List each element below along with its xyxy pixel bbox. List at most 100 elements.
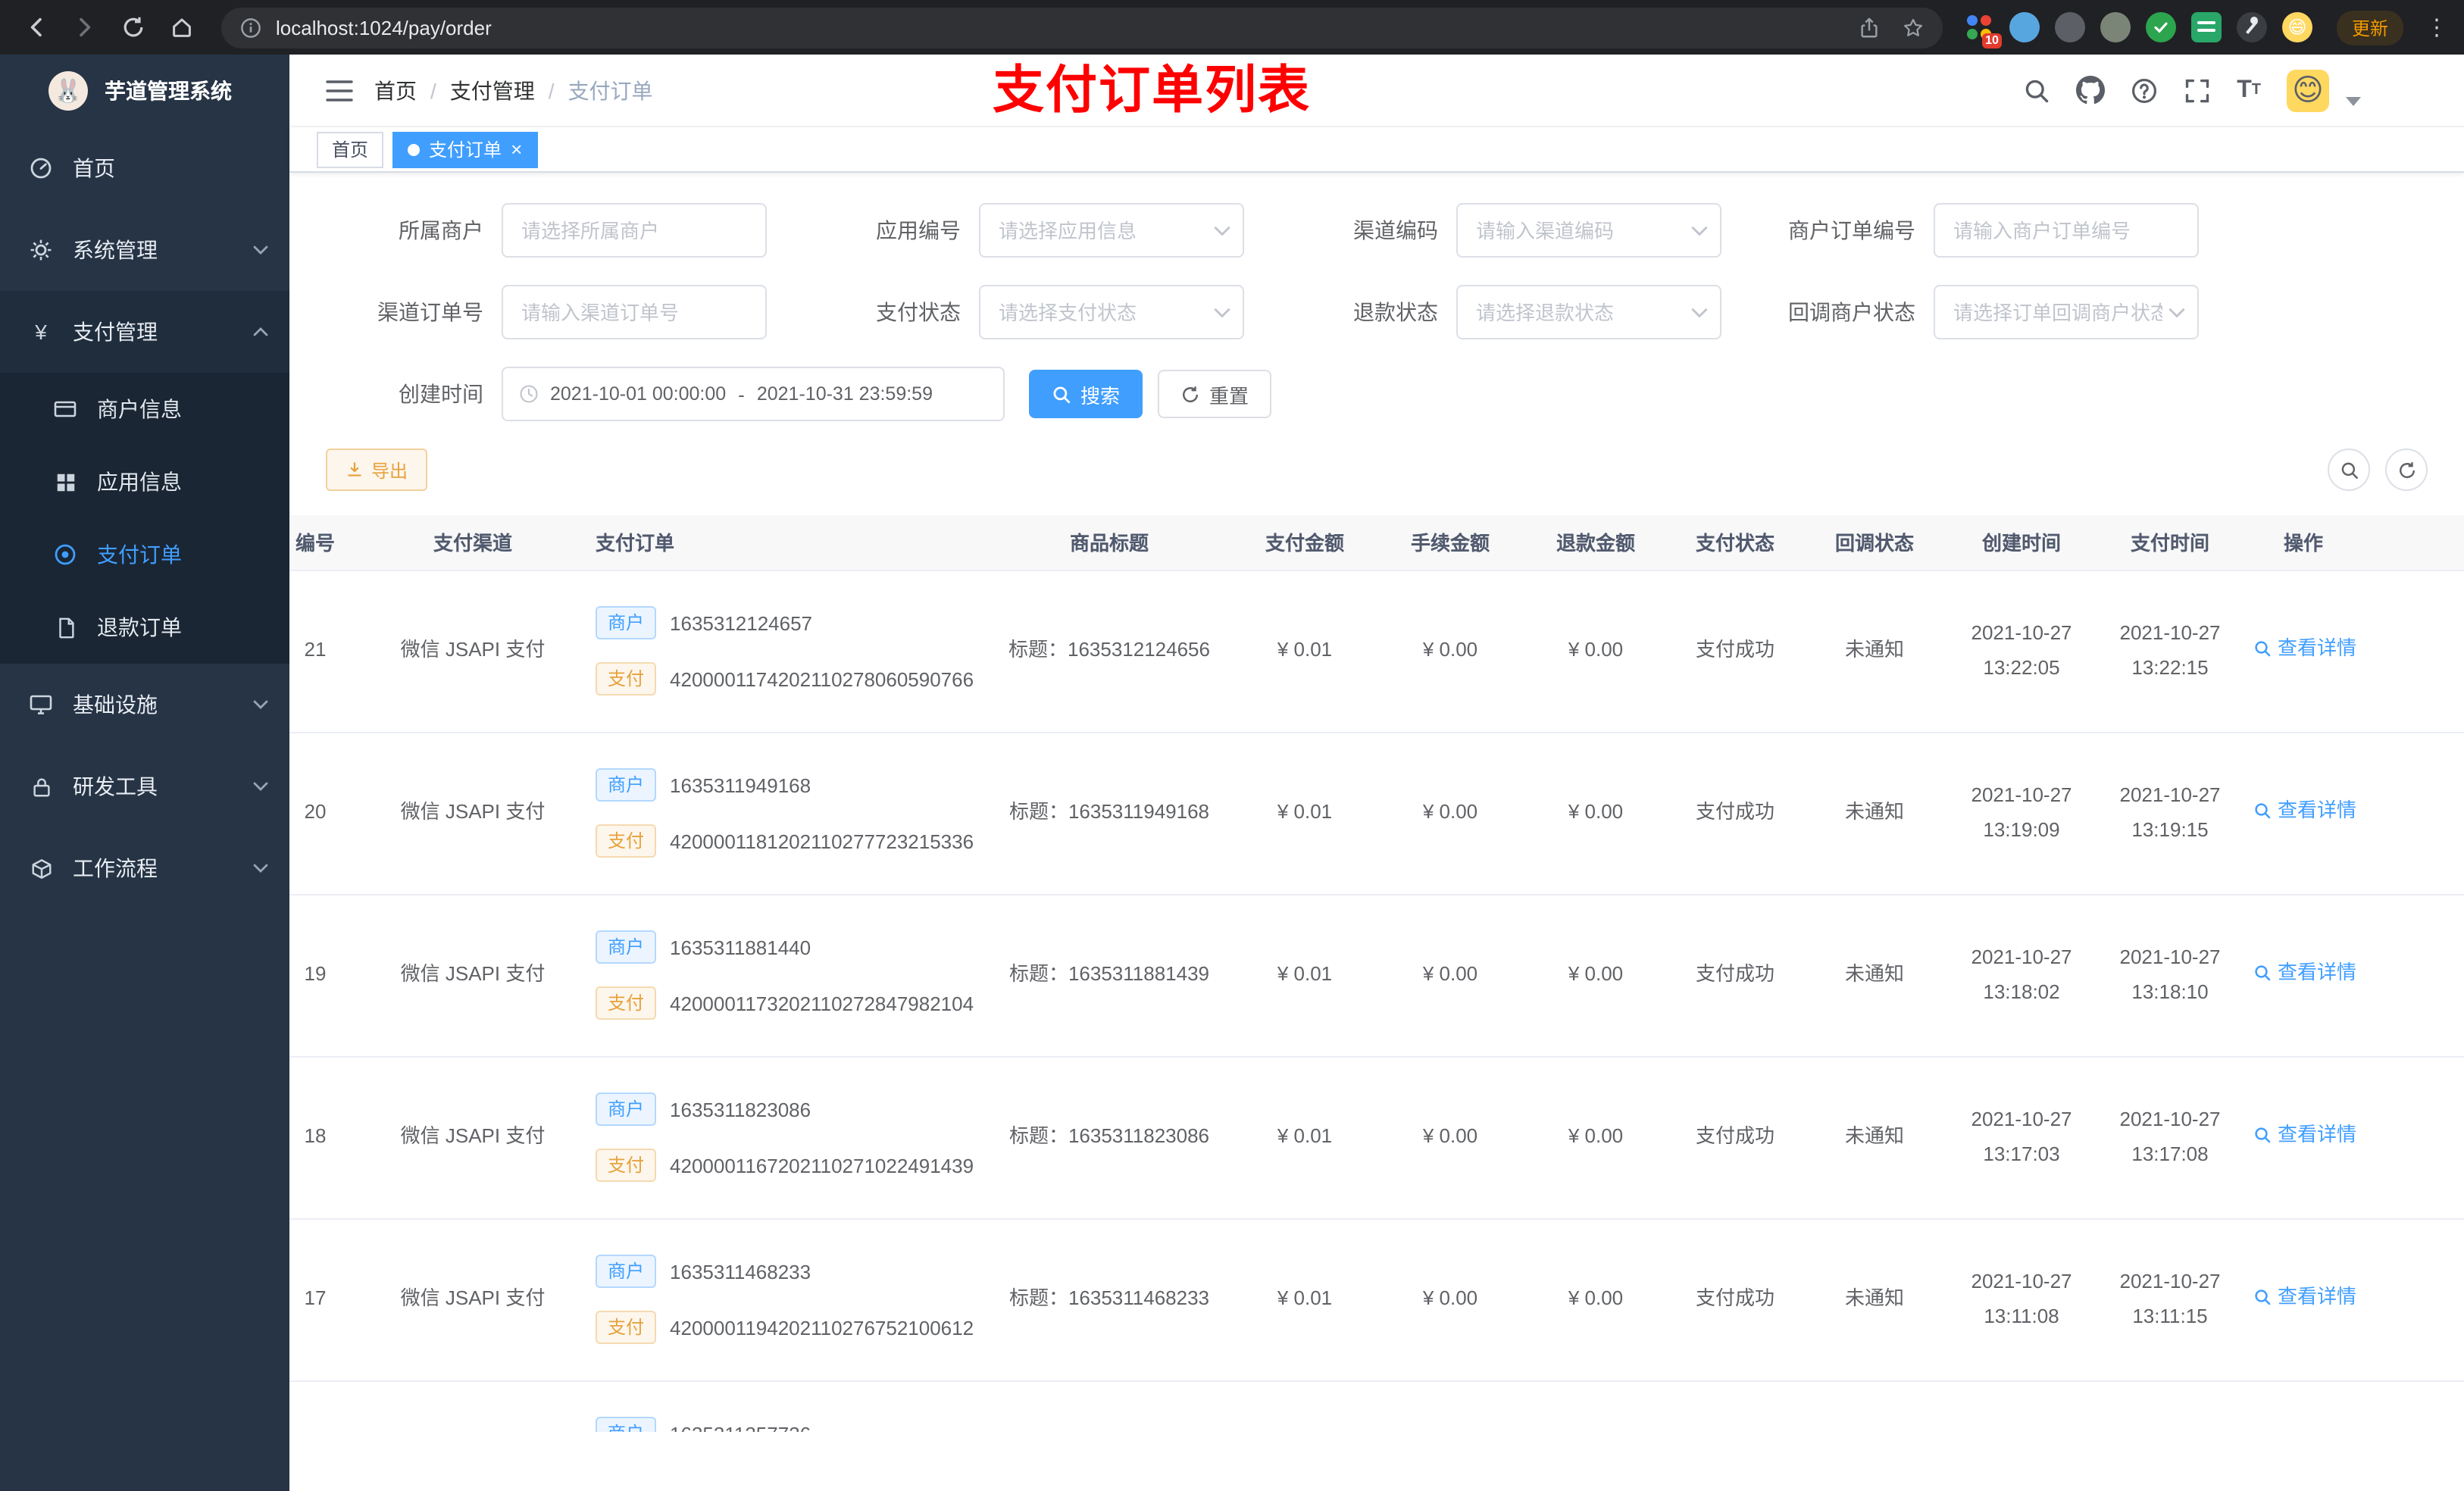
col-fee[interactable]: 手续金额 — [1377, 515, 1523, 570]
sidebar-item-workflow[interactable]: 工作流程 — [0, 827, 289, 909]
filter-row-1: 所属商户 应用编号 渠道编码 — [289, 203, 2464, 258]
fee-amount: ¥ 0.00 — [1422, 800, 1478, 824]
view-detail-link[interactable]: 查看详情 — [2253, 633, 2356, 666]
pay-status: 支付成功 — [1695, 800, 1775, 824]
browser-home-icon[interactable] — [161, 6, 203, 48]
date-start-value[interactable]: 2021-10-01 00:00:00 — [550, 383, 726, 405]
workflow-box-icon — [27, 857, 55, 880]
refresh-table-button[interactable] — [2385, 449, 2428, 491]
channel-order-no-field[interactable] — [502, 285, 767, 339]
extension-proxy-icon[interactable]: 10 — [1964, 12, 2002, 48]
pay-status-select[interactable] — [979, 285, 1244, 339]
extension-icon-green-check[interactable] — [2145, 12, 2176, 42]
owner-merchant-input[interactable] — [521, 219, 753, 242]
sidebar-item-refund-order[interactable]: 退款订单 — [0, 591, 289, 664]
bookmark-star-icon[interactable] — [1902, 16, 1925, 39]
channel-transaction-number: 4200001181202110277723215336 — [670, 830, 974, 852]
channel-code-select[interactable] — [1456, 203, 1721, 258]
pay-amount: ¥ 0.01 — [1277, 800, 1333, 824]
app-no-input[interactable] — [999, 219, 1208, 242]
notify-status-select[interactable] — [1934, 285, 2199, 339]
sidebar-item-pay-order[interactable]: 支付订单 — [0, 518, 289, 591]
sidebar-item-home[interactable]: 首页 — [0, 127, 289, 209]
site-info-icon[interactable] — [239, 16, 262, 39]
pay-order-line: 支付 4200001181202110277723215336 — [596, 824, 983, 858]
product-title: 标题：1635311881439 — [1008, 962, 1210, 986]
col-status[interactable]: 支付状态 — [1668, 515, 1802, 570]
merchant-order-no-field[interactable] — [1934, 203, 2199, 258]
col-notify[interactable]: 回调状态 — [1802, 515, 1947, 570]
date-separator: - — [738, 383, 745, 405]
tab-home[interactable]: 首页 — [317, 131, 384, 167]
pay-status: 支付成功 — [1695, 1286, 1775, 1310]
col-id[interactable]: 编号 — [289, 515, 368, 570]
view-detail-link[interactable]: 查看详情 — [2253, 1119, 2356, 1152]
app-no-select[interactable] — [979, 203, 1244, 258]
pay-tag: 支付 — [596, 662, 657, 695]
col-pay-time[interactable]: 支付时间 — [2096, 515, 2244, 570]
sidebar-item-devtools[interactable]: 研发工具 — [0, 746, 289, 827]
col-refund[interactable]: 退款金额 — [1523, 515, 1668, 570]
caret-down-icon[interactable] — [2346, 96, 2361, 105]
view-detail-link[interactable]: 查看详情 — [2253, 1281, 2356, 1314]
merchant-order-no-input[interactable] — [1953, 219, 2185, 242]
question-icon[interactable] — [2131, 77, 2158, 104]
col-create-time[interactable]: 创建时间 — [1947, 515, 2096, 570]
fullscreen-icon[interactable] — [2184, 77, 2211, 104]
extension-icon-blue[interactable] — [2009, 12, 2040, 42]
filter-label: 所属商户 — [399, 218, 483, 242]
extension-icon-olive[interactable] — [2100, 12, 2131, 42]
date-end-value[interactable]: 2021-10-31 23:59:59 — [757, 383, 933, 405]
url-bar[interactable]: localhost:1024/pay/order — [221, 7, 1943, 48]
refund-status-select[interactable] — [1456, 285, 1721, 339]
font-size-icon[interactable]: TT — [2237, 77, 2261, 102]
extension-icon-gray[interactable] — [2054, 12, 2085, 42]
tab-pay-order[interactable]: 支付订单 × — [392, 131, 538, 167]
hamburger-icon[interactable] — [326, 78, 353, 102]
browser-forward-icon[interactable] — [64, 6, 106, 48]
share-icon[interactable] — [1858, 16, 1881, 39]
view-detail-link[interactable]: 查看详情 — [2253, 957, 2356, 990]
owner-merchant-select[interactable] — [502, 203, 767, 258]
search-icon[interactable] — [2023, 77, 2050, 104]
url-text[interactable]: localhost:1024/pay/order — [276, 16, 492, 39]
avatar[interactable]: 😊 — [2287, 69, 2329, 111]
browser-reload-icon[interactable] — [112, 6, 155, 48]
breadcrumb-home[interactable]: 首页 — [374, 75, 417, 105]
col-title[interactable]: 商品标题 — [987, 515, 1232, 570]
col-pay-order[interactable]: 支付订单 — [577, 515, 987, 570]
pay-status-input[interactable] — [999, 301, 1208, 324]
sidebar-item-system[interactable]: 系统管理 — [0, 209, 289, 291]
export-button[interactable]: 导出 — [326, 449, 428, 491]
toggle-search-button[interactable] — [2328, 449, 2370, 491]
search-button[interactable]: 搜索 — [1029, 370, 1143, 418]
col-amount[interactable]: 支付金额 — [1232, 515, 1377, 570]
logo-avatar: 🐰 — [48, 71, 88, 111]
channel-code-input[interactable] — [1476, 219, 1685, 242]
extension-pin-icon[interactable] — [2236, 12, 2267, 42]
pay-amount: ¥ 0.01 — [1277, 638, 1333, 661]
create-time-range-picker[interactable]: 2021-10-01 00:00:00 - 2021-10-31 23:59:5… — [502, 367, 1005, 421]
browser-update-button[interactable]: 更新 — [2336, 10, 2403, 45]
reset-button[interactable]: 重置 — [1158, 370, 1272, 418]
sidebar-item-payment[interactable]: ¥ 支付管理 — [0, 291, 289, 373]
extension-avatar-icon[interactable]: 😄 — [2281, 12, 2312, 42]
sidebar-item-infra[interactable]: 基础设施 — [0, 664, 289, 746]
browser-back-icon[interactable] — [15, 6, 58, 48]
pay-amount: ¥ 0.01 — [1277, 1124, 1333, 1148]
app-logo[interactable]: 🐰 芋道管理系统 — [0, 55, 289, 127]
sidebar-item-app-info[interactable]: 应用信息 — [0, 445, 289, 518]
view-detail-link[interactable]: 查看详情 — [2253, 795, 2356, 828]
sidebar-item-merchant-info[interactable]: 商户信息 — [0, 373, 289, 445]
tab-close-icon[interactable]: × — [511, 139, 522, 159]
col-actions[interactable]: 操作 — [2244, 515, 2464, 570]
col-channel[interactable]: 支付渠道 — [368, 515, 577, 570]
refund-doc-icon — [52, 616, 79, 639]
refund-status-input[interactable] — [1476, 301, 1685, 324]
browser-menu-icon[interactable]: ⋮ — [2425, 14, 2449, 41]
notify-status-input[interactable] — [1953, 301, 2162, 324]
breadcrumb-payment[interactable]: 支付管理 — [450, 75, 535, 105]
extension-icon-green-chat[interactable] — [2190, 12, 2222, 42]
github-icon[interactable] — [2076, 76, 2106, 105]
channel-order-no-input[interactable] — [521, 301, 753, 324]
